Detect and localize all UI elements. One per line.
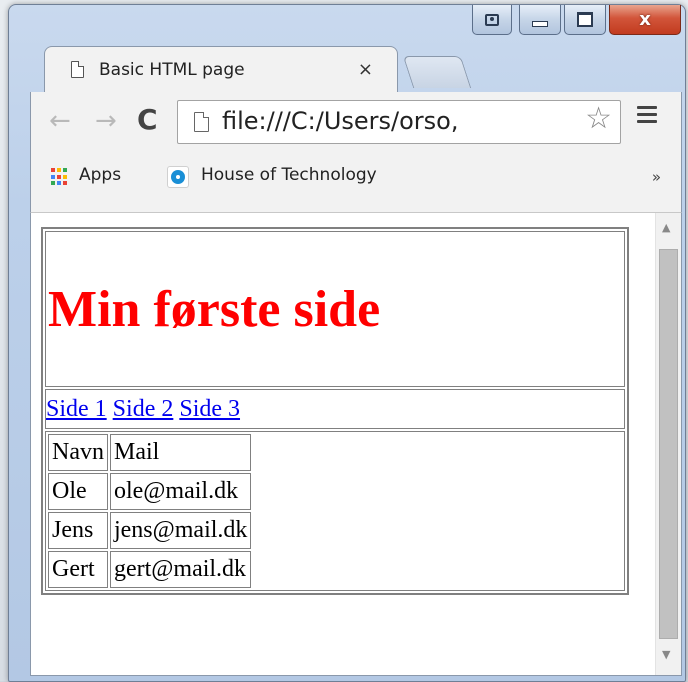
apps-grid-icon[interactable]: [51, 168, 69, 186]
layout-table: Min første side Side 1 Side 2 Side 3 Nav…: [41, 227, 629, 595]
bookmarks-bar: Apps House of Technology »: [31, 150, 681, 202]
scroll-up-icon[interactable]: ▲: [662, 221, 670, 234]
nav-link-side-2[interactable]: Side 2: [113, 396, 174, 422]
menu-bar-icon: [637, 113, 657, 116]
table-header-row: Navn Mail: [48, 434, 252, 471]
table-row: Jens jens@mail.dk: [48, 512, 252, 549]
browser-toolbar: ← → C file:///C:/Users/orso, ☆ Apps Hous…: [30, 92, 682, 212]
bookmark-apps[interactable]: Apps: [79, 165, 121, 185]
page-viewport: Min første side Side 1 Side 2 Side 3 Nav…: [30, 212, 682, 676]
page-icon: [71, 61, 84, 78]
table-row: Ole ole@mail.dk: [48, 473, 252, 510]
address-bar[interactable]: file:///C:/Users/orso, ☆: [177, 100, 621, 144]
table-cell-mail: ole@mail.dk: [109, 473, 252, 510]
back-button[interactable]: ←: [49, 108, 71, 134]
maximize-icon: [577, 12, 593, 27]
bookmarks-overflow-button[interactable]: »: [652, 168, 661, 186]
table-cell-mail: jens@mail.dk: [109, 512, 252, 549]
contacts-table: Navn Mail Ole ole@mail.dk Jens jens@mail…: [46, 432, 253, 590]
close-window-icon: x: [639, 8, 651, 30]
vertical-scrollbar[interactable]: ▲ ▼: [655, 213, 681, 675]
column-header-navn: Navn: [48, 434, 108, 471]
page-title: Min første side: [48, 280, 381, 338]
bookmark-star-icon[interactable]: ☆: [585, 104, 612, 134]
new-tab-button[interactable]: [402, 56, 472, 88]
close-window-button[interactable]: x: [609, 5, 681, 35]
user-profile-button[interactable]: [472, 5, 512, 35]
minimize-icon: [532, 20, 548, 27]
nav-link-side-1[interactable]: Side 1: [46, 396, 107, 422]
content-cell: Navn Mail Ole ole@mail.dk Jens jens@mail…: [45, 431, 625, 591]
table-cell-name: Gert: [48, 551, 108, 588]
user-icon: [485, 13, 499, 26]
bookmark-house-of-technology[interactable]: House of Technology: [201, 165, 377, 185]
minimize-button[interactable]: [519, 5, 561, 35]
table-row: Gert gert@mail.dk: [48, 551, 252, 588]
reload-button[interactable]: C: [137, 106, 158, 134]
caption-buttons: x: [472, 5, 681, 35]
maximize-button[interactable]: [564, 5, 606, 35]
forward-button[interactable]: →: [95, 108, 117, 134]
tab-close-icon[interactable]: ×: [358, 59, 373, 80]
nav-cell: Side 1 Side 2 Side 3: [45, 389, 625, 429]
table-cell-name: Ole: [48, 473, 108, 510]
menu-bar-icon: [637, 106, 657, 109]
header-cell: Min første side: [45, 231, 625, 387]
menu-bar-icon: [637, 120, 657, 123]
column-header-mail: Mail: [109, 434, 252, 471]
scroll-thumb[interactable]: [659, 249, 678, 639]
url-input[interactable]: file:///C:/Users/orso,: [222, 107, 562, 135]
page-icon: [194, 112, 209, 132]
tab-title: Basic HTML page: [99, 60, 245, 80]
table-cell-mail: gert@mail.dk: [109, 551, 252, 588]
tab-basic-html-page[interactable]: Basic HTML page ×: [44, 46, 398, 92]
table-cell-name: Jens: [48, 512, 108, 549]
chrome-menu-button[interactable]: [637, 106, 657, 127]
scroll-down-icon[interactable]: ▼: [662, 648, 670, 661]
nav-link-side-3[interactable]: Side 3: [179, 396, 240, 422]
house-of-technology-icon: [167, 166, 189, 188]
